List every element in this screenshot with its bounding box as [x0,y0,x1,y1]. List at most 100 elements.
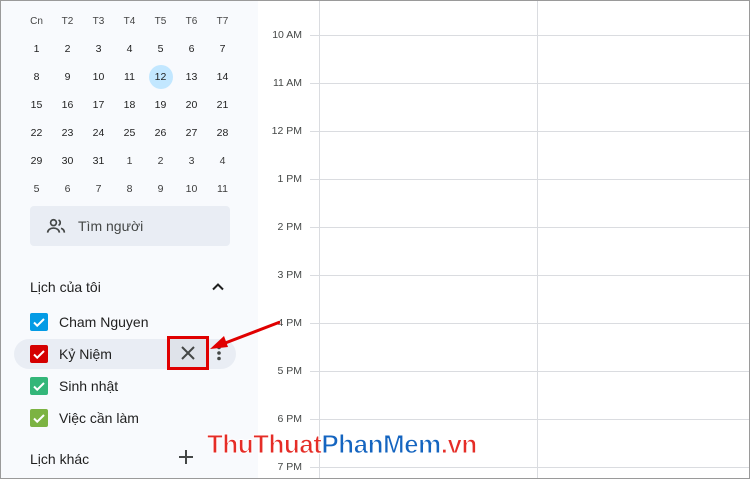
mini-calendar-day[interactable]: 1 [114,155,145,167]
calendar-checkbox[interactable] [30,377,48,395]
mini-calendar: Cn T2 T3 T4 T5 T6 T7 1 2 3 4 5 6 7 8 9 1… [21,7,253,203]
close-icon [181,346,195,360]
hour-line [310,227,749,228]
mini-calendar-day[interactable]: 27 [176,127,207,139]
calendar-checkbox[interactable] [30,409,48,427]
mini-calendar-day[interactable]: 14 [207,71,238,83]
mini-calendar-day[interactable]: 3 [83,43,114,55]
calendar-item-cham-nguyen[interactable]: Cham Nguyen [14,307,236,337]
mini-calendar-day[interactable]: 10 [176,183,207,195]
mini-calendar-day[interactable]: 17 [83,99,114,111]
calendar-checkbox[interactable] [30,345,48,363]
mini-calendar-day[interactable]: 11 [114,71,145,83]
mini-calendar-day[interactable]: 1 [21,43,52,55]
mini-calendar-day[interactable]: 29 [21,155,52,167]
mini-calendar-day[interactable]: 5 [21,183,52,195]
mini-calendar-week: 1 2 3 4 5 6 7 [21,35,253,63]
mini-calendar-day[interactable]: 15 [21,99,52,111]
calendar-name: Việc cần làm [59,410,139,426]
mini-calendar-day[interactable]: 5 [145,43,176,55]
mini-calendar-day[interactable]: 25 [114,127,145,139]
time-label: 11 AM [273,77,302,89]
mini-calendar-day[interactable]: 24 [83,127,114,139]
mini-calendar-day[interactable]: 6 [176,43,207,55]
calendar-item-sinh-nhat[interactable]: Sinh nhật [14,371,236,401]
calendar-checkbox[interactable] [30,313,48,331]
hour-line [310,275,749,276]
mini-calendar-weekdays: Cn T2 T3 T4 T5 T6 T7 [21,7,253,35]
grid-divider [537,1,538,478]
weekday-label: Cn [30,15,43,27]
people-icon [46,218,66,233]
weekday-label: T2 [61,15,74,27]
calendar-name: Cham Nguyen [59,314,149,330]
mini-calendar-day[interactable]: 26 [145,127,176,139]
weekday-label: T4 [123,15,136,27]
mini-calendar-day-today[interactable]: 12 [145,65,176,89]
weekday-label: T6 [185,15,198,27]
mini-calendar-week: 22 23 24 25 26 27 28 [21,119,253,147]
hour-line [310,371,749,372]
mini-calendar-day[interactable]: 4 [207,155,238,167]
watermark: ThuThuatPhanMem.vn [206,429,477,460]
remove-calendar-button[interactable] [167,336,209,370]
time-label: 6 PM [277,413,302,425]
mini-calendar-day[interactable]: 4 [114,43,145,55]
mini-calendar-week: 5 6 7 8 9 10 11 [21,175,253,203]
mini-calendar-day[interactable]: 10 [83,71,114,83]
mini-calendar-day[interactable]: 9 [52,71,83,83]
time-label: 1 PM [277,173,302,185]
annotation-arrow-icon [210,320,281,349]
app-window: Cn T2 T3 T4 T5 T6 T7 1 2 3 4 5 6 7 8 9 1… [0,0,750,479]
time-label: 12 PM [271,125,302,137]
mini-calendar-day[interactable]: 21 [207,99,238,111]
time-label: 10 AM [272,29,302,41]
mini-calendar-day[interactable]: 31 [83,155,114,167]
time-label: 5 PM [277,365,302,377]
hour-line [310,323,749,324]
hour-line [310,35,749,36]
weekday-label: T3 [92,15,105,27]
chevron-up-icon[interactable] [208,277,228,297]
sidebar: Cn T2 T3 T4 T5 T6 T7 1 2 3 4 5 6 7 8 9 1… [1,1,258,478]
mini-calendar-day[interactable]: 9 [145,183,176,195]
hour-line [310,179,749,180]
mini-calendar-day[interactable]: 23 [52,127,83,139]
mini-calendar-week: 15 16 17 18 19 20 21 [21,91,253,119]
hour-line [310,131,749,132]
time-label: 2 PM [277,221,302,233]
mini-calendar-day[interactable]: 16 [52,99,83,111]
time-label: 7 PM [277,461,302,473]
calendar-item-viec-can-lam[interactable]: Việc cần làm [14,403,236,433]
search-people-label: Tìm người [78,218,144,234]
mini-calendar-day[interactable]: 11 [207,183,238,195]
calendar-name: Kỷ Niệm [59,346,112,362]
mini-calendar-week: 8 9 10 11 12 13 14 [21,63,253,91]
check-icon [33,350,45,360]
mini-calendar-week: 29 30 31 1 2 3 4 [21,147,253,175]
mini-calendar-day[interactable]: 13 [176,71,207,83]
mini-calendar-day[interactable]: 7 [83,183,114,195]
hour-line [310,467,749,468]
weekday-label: T7 [216,15,229,27]
mini-calendar-day[interactable]: 2 [145,155,176,167]
add-calendar-icon[interactable] [177,448,195,466]
my-calendars-heading[interactable]: Lịch của tôi [30,279,101,295]
mini-calendar-day[interactable]: 7 [207,43,238,55]
mini-calendar-day[interactable]: 30 [52,155,83,167]
mini-calendar-day[interactable]: 8 [21,71,52,83]
search-people-input[interactable]: Tìm người [30,206,230,246]
mini-calendar-day[interactable]: 6 [52,183,83,195]
mini-calendar-day[interactable]: 19 [145,99,176,111]
mini-calendar-day[interactable]: 3 [176,155,207,167]
day-view-grid[interactable]: 10 AM 11 AM 12 PM 1 PM 2 PM 3 PM 4 PM 5 … [258,1,749,478]
mini-calendar-day[interactable]: 18 [114,99,145,111]
mini-calendar-day[interactable]: 28 [207,127,238,139]
check-icon [33,414,45,424]
mini-calendar-day[interactable]: 2 [52,43,83,55]
other-calendars-heading[interactable]: Lịch khác [30,451,89,467]
mini-calendar-day[interactable]: 22 [21,127,52,139]
check-icon [33,318,45,328]
mini-calendar-day[interactable]: 8 [114,183,145,195]
mini-calendar-day[interactable]: 20 [176,99,207,111]
